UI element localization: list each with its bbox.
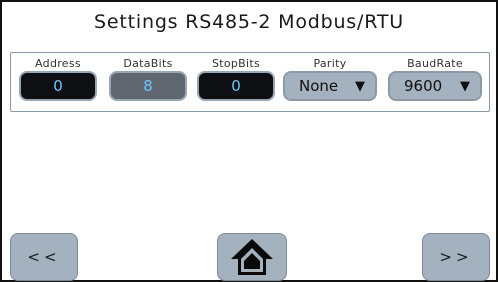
databits-label: DataBits bbox=[123, 57, 173, 70]
baudrate-select[interactable]: 9600 ▼ bbox=[388, 71, 482, 101]
baudrate-dropdown-icon: ▼ bbox=[460, 78, 470, 94]
home-button[interactable] bbox=[217, 233, 287, 281]
back-button-label: << bbox=[27, 248, 61, 266]
stopbits-label: StopBits bbox=[211, 57, 261, 70]
baudrate-field-group: BaudRate 9600 ▼ bbox=[388, 57, 482, 101]
page-title: Settings RS485-2 Modbus/RTU bbox=[94, 11, 404, 33]
next-button-label: >> bbox=[439, 248, 473, 266]
stopbits-value: 0 bbox=[231, 77, 241, 95]
address-field-group: Address 0 bbox=[19, 57, 97, 101]
parity-label: Parity bbox=[313, 57, 347, 70]
parity-select[interactable]: None ▼ bbox=[283, 71, 377, 101]
address-value: 0 bbox=[53, 77, 63, 95]
back-button[interactable]: << bbox=[10, 233, 78, 281]
parity-field-group: Parity None ▼ bbox=[283, 57, 377, 101]
parity-dropdown-icon: ▼ bbox=[355, 78, 365, 94]
stopbits-input[interactable]: 0 bbox=[197, 71, 275, 101]
parity-value: None bbox=[299, 77, 339, 95]
home-icon bbox=[231, 239, 273, 275]
baudrate-value: 9600 bbox=[404, 77, 443, 95]
baudrate-label: BaudRate bbox=[407, 57, 463, 70]
screen-frame: Settings RS485-2 Modbus/RTU Address 0 Da… bbox=[0, 0, 498, 282]
databits-input[interactable]: 8 bbox=[109, 71, 187, 101]
databits-value: 8 bbox=[143, 77, 153, 95]
stopbits-field-group: StopBits 0 bbox=[197, 57, 275, 101]
databits-field-group: DataBits 8 bbox=[109, 57, 187, 101]
address-input[interactable]: 0 bbox=[19, 71, 97, 101]
address-label: Address bbox=[35, 57, 81, 70]
settings-panel: Address 0 DataBits 8 StopBits 0 Parity N… bbox=[10, 52, 490, 112]
next-button[interactable]: >> bbox=[422, 233, 490, 281]
